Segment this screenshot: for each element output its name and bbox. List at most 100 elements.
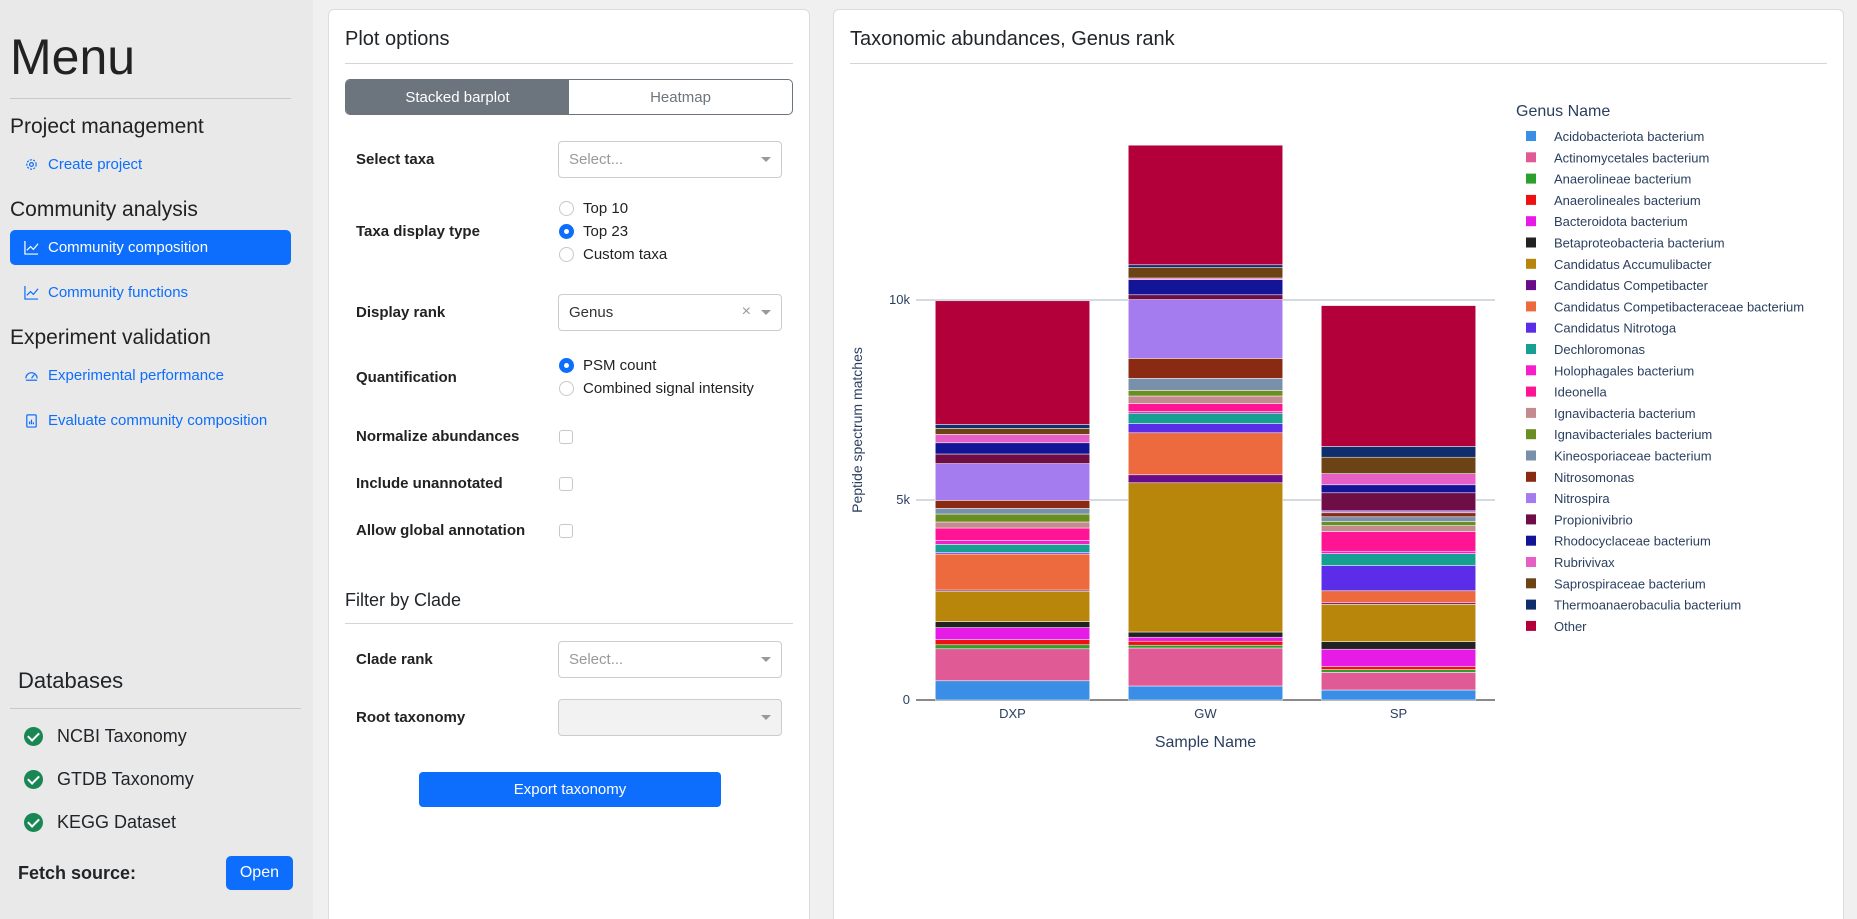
databases-panel: Databases NCBI Taxonomy GTDB Taxonomy KE… xyxy=(10,668,301,890)
y-tick-label: 0 xyxy=(903,692,910,707)
bar-segment xyxy=(1321,648,1476,667)
clade-rank-dropdown[interactable]: Select... xyxy=(558,641,782,678)
menu-title: Menu xyxy=(10,28,291,99)
bar-segment xyxy=(1128,395,1283,404)
tab-heatmap[interactable]: Heatmap xyxy=(569,80,792,114)
bar-segment xyxy=(1128,636,1283,642)
bar-segment xyxy=(935,424,1090,429)
radio-label: Top 10 xyxy=(583,200,629,217)
legend-label: Anaerolineae bacterium xyxy=(1554,172,1691,187)
legend-label: Holophagales bacterium xyxy=(1554,363,1694,378)
bar-segment xyxy=(1128,264,1283,268)
taxa-display-type-label: Taxa display type xyxy=(356,223,480,240)
nav-community-functions[interactable]: Community functions xyxy=(10,275,291,310)
bar-segment xyxy=(1128,144,1283,266)
speedometer-icon xyxy=(25,372,38,381)
radio-custom-taxa[interactable]: Custom taxa xyxy=(559,246,667,263)
normalize-abundances-row: Normalize abundances xyxy=(356,428,782,445)
bar-segment xyxy=(935,500,1090,509)
bar-segment xyxy=(1321,689,1476,701)
display-rank-dropdown[interactable]: Genus × xyxy=(558,294,782,331)
nav-create-project[interactable]: Create project xyxy=(10,147,291,182)
root-taxonomy-dropdown[interactable] xyxy=(558,699,782,736)
bar-segment xyxy=(1128,432,1283,476)
legend-label: Candidatus Accumulibacter xyxy=(1554,257,1712,272)
bar-segment xyxy=(935,527,1090,541)
radio-top-10[interactable]: Top 10 xyxy=(559,200,667,217)
clear-icon[interactable]: × xyxy=(742,303,751,321)
bar-segment xyxy=(1321,666,1476,670)
root-taxonomy-label: Root taxonomy xyxy=(356,709,466,726)
bar-segment xyxy=(1128,378,1283,391)
x-axis-title: Sample Name xyxy=(1155,734,1256,751)
quantification-radios: PSM count Combined signal intensity xyxy=(559,357,754,397)
bar-segment xyxy=(1321,492,1476,512)
normalize-abundances-label: Normalize abundances xyxy=(356,428,520,445)
legend-swatch xyxy=(1526,344,1536,354)
db-item-ncbi: NCBI Taxonomy xyxy=(10,715,301,758)
y-tick-label: 10k xyxy=(889,292,910,307)
radio-top-23[interactable]: Top 23 xyxy=(559,223,667,240)
include-unannotated-label: Include unannotated xyxy=(356,475,503,492)
normalize-abundances-checkbox[interactable] xyxy=(559,429,573,444)
legend-swatch xyxy=(1526,557,1536,567)
nav-community-functions-label: Community functions xyxy=(48,284,189,301)
clade-rank-placeholder: Select... xyxy=(569,651,624,668)
bar-segment xyxy=(1321,521,1476,526)
bar-segment xyxy=(1321,525,1476,532)
bar-segment xyxy=(1128,685,1283,701)
bar-segment xyxy=(935,590,1090,622)
db-item-kegg: KEGG Dataset xyxy=(10,801,301,844)
bar-segment xyxy=(1128,482,1283,633)
legend-swatch xyxy=(1526,173,1536,184)
legend-swatch xyxy=(1526,599,1536,610)
chevron-down-icon xyxy=(761,310,771,315)
chevron-down-icon xyxy=(761,657,771,662)
databases-title: Databases xyxy=(10,668,301,709)
nav-experimental-performance[interactable]: Experimental performance xyxy=(10,358,291,393)
legend-label: Ideonella xyxy=(1554,385,1608,400)
nav-community-composition[interactable]: Community composition xyxy=(10,230,291,265)
include-unannotated-checkbox[interactable] xyxy=(559,476,573,491)
legend-swatch xyxy=(1526,471,1536,482)
root-taxonomy-row: Root taxonomy xyxy=(356,699,782,736)
bar-segment xyxy=(1128,299,1283,359)
tab-stacked-barplot[interactable]: Stacked barplot xyxy=(346,80,569,114)
legend-label: Candidatus Competibacteraceae bacterium xyxy=(1554,299,1804,314)
legend-swatch xyxy=(1526,620,1536,631)
legend-label: Rubrivivax xyxy=(1554,555,1615,570)
select-taxa-dropdown[interactable]: Select... xyxy=(558,141,782,178)
radio-combined-signal-intensity[interactable]: Combined signal intensity xyxy=(559,380,754,397)
radio-label: PSM count xyxy=(583,357,657,374)
nav-evaluate-community-composition[interactable]: Evaluate community composition xyxy=(10,403,291,438)
db-item-label: NCBI Taxonomy xyxy=(57,726,187,746)
chevron-down-icon xyxy=(761,157,771,162)
export-taxonomy-button[interactable]: Export taxonomy xyxy=(419,772,721,807)
include-unannotated-row: Include unannotated xyxy=(356,475,782,492)
bar-segment xyxy=(935,621,1090,628)
bar-segment xyxy=(1321,456,1476,474)
quantification-row: Quantification PSM count Combined signal… xyxy=(356,357,782,397)
legend-swatch xyxy=(1526,407,1536,418)
legend-swatch xyxy=(1526,386,1536,397)
open-button[interactable]: Open xyxy=(225,856,293,890)
db-item-gtdb: GTDB Taxonomy xyxy=(10,758,301,801)
select-taxa-label: Select taxa xyxy=(356,151,435,168)
legend-swatch xyxy=(1526,365,1536,376)
legend-swatch xyxy=(1526,131,1536,141)
legend-label: Candidatus Competibacter xyxy=(1554,278,1709,293)
line-chart-icon xyxy=(24,240,39,255)
legend-label: Betaproteobacteria bacterium xyxy=(1554,236,1725,251)
radio-psm-count[interactable]: PSM count xyxy=(559,357,754,374)
bar-segment xyxy=(1321,550,1476,554)
display-rank-row: Display rank Genus × xyxy=(356,294,782,331)
check-circle-icon xyxy=(24,770,43,789)
bar-segment xyxy=(935,553,1090,591)
bar-segment xyxy=(1128,412,1283,424)
legend-swatch xyxy=(1526,535,1536,546)
legend-label: Dechloromonas xyxy=(1554,342,1646,357)
allow-global-annotation-checkbox[interactable] xyxy=(559,523,573,538)
bar-segment xyxy=(1128,294,1283,300)
radio-label: Custom taxa xyxy=(583,246,668,263)
x-tick-label: DXP xyxy=(999,706,1026,721)
